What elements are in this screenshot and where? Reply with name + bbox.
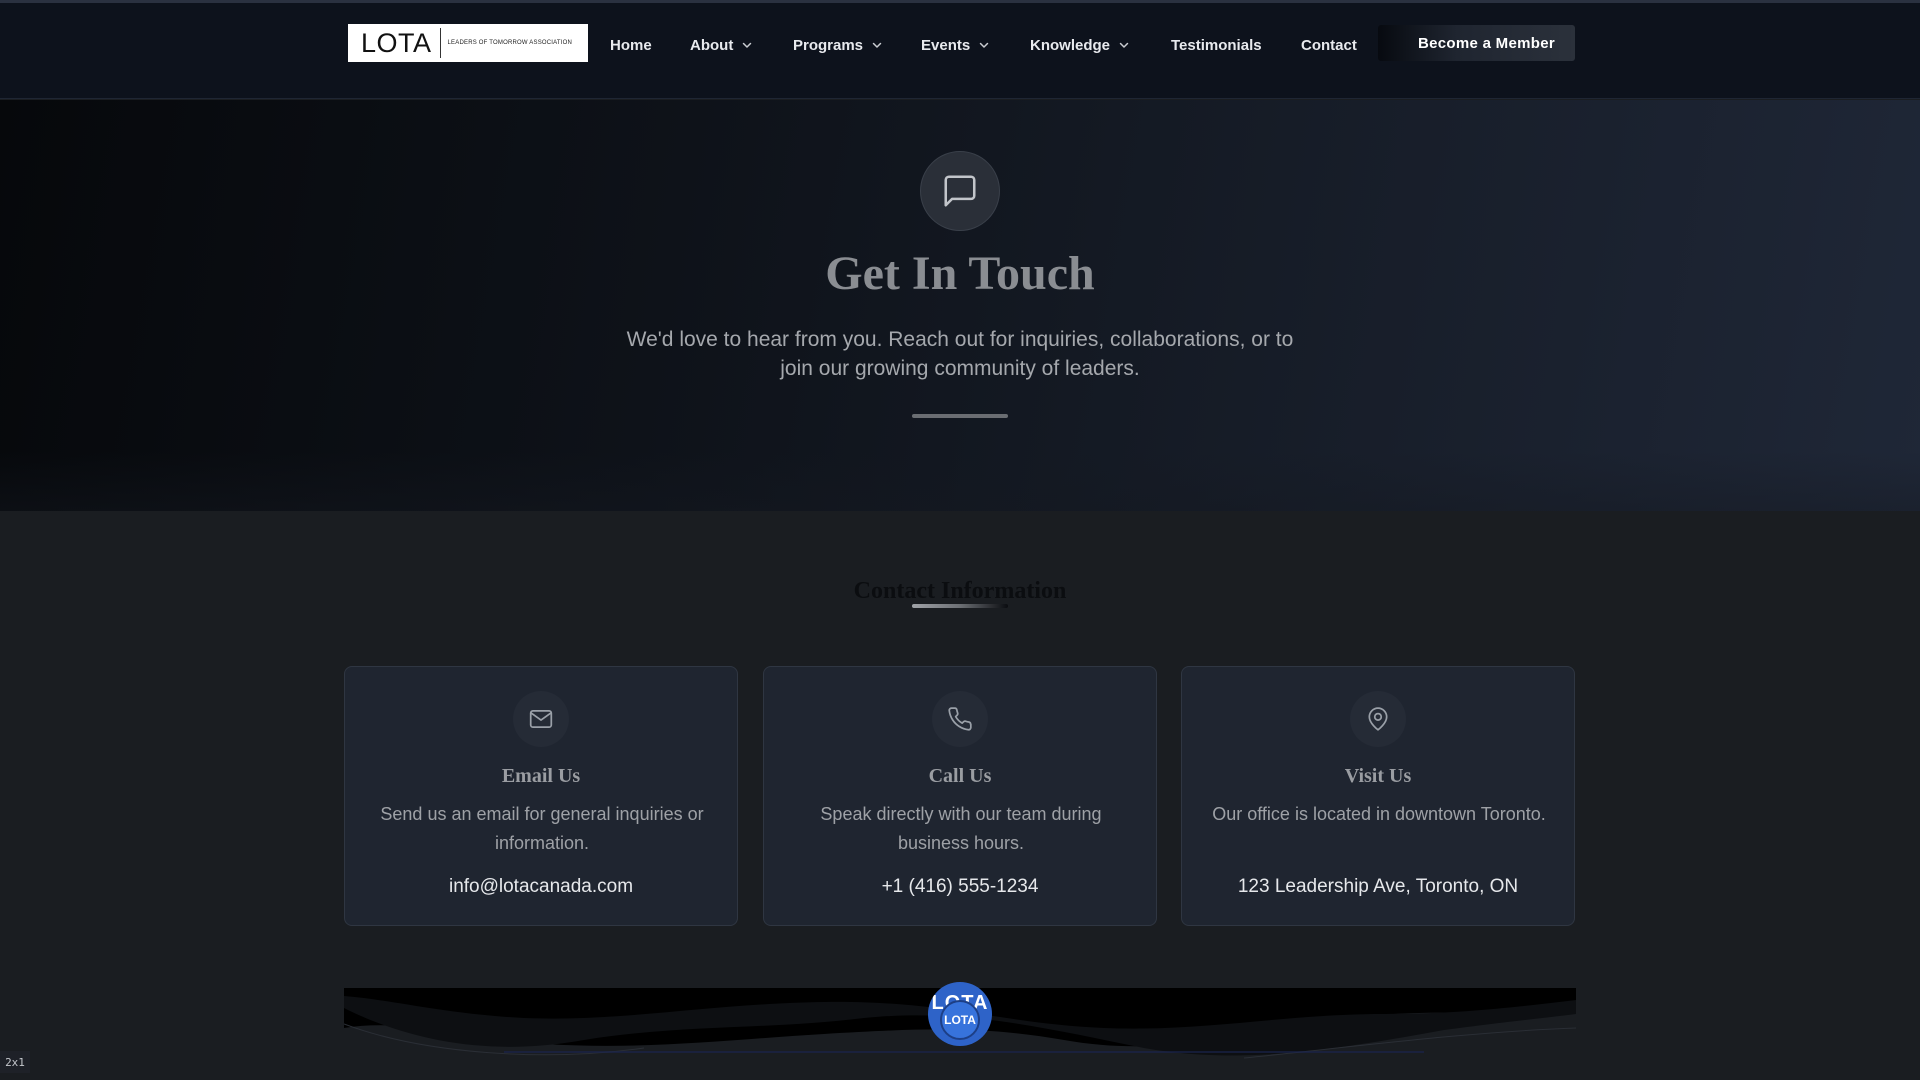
contact-card-address: Visit Us Our office is located in downto… — [1181, 666, 1575, 926]
nav-item-programs[interactable]: Programs — [793, 34, 883, 56]
card-title: Call Us — [928, 765, 992, 787]
chevron-down-icon — [743, 42, 752, 48]
address-link[interactable]: 123 Leadership Ave, Toronto, ON — [1182, 876, 1574, 898]
mail-icon — [513, 691, 569, 747]
card-title: Visit Us — [1344, 765, 1412, 787]
chevron-down-icon — [1119, 42, 1129, 48]
become-member-button[interactable]: Become a Member — [1378, 25, 1575, 61]
section-title: Contact Information — [853, 578, 1067, 604]
footer-logo-inner: LOTA — [940, 1000, 980, 1040]
nav-item-testimonials[interactable]: Testimonials — [1171, 34, 1262, 56]
nav-item-home[interactable]: Home — [610, 34, 652, 56]
nav-item-about[interactable]: About — [690, 34, 753, 56]
nav-item-label: About — [690, 36, 734, 54]
nav-item-label: Home — [610, 36, 652, 54]
message-square-icon — [920, 151, 1000, 231]
nav-item-knowledge[interactable]: Knowledge — [1030, 34, 1130, 56]
page-title: Get In Touch — [825, 247, 1095, 300]
logo-main-text: LOTA — [348, 28, 441, 58]
footer-logo-badge[interactable]: LOTA LOTA — [928, 982, 992, 1046]
card-description: Send us an email for general inquiries o… — [380, 804, 704, 853]
section-divider — [912, 604, 1008, 608]
logo-subtitle: LEADERS OF TOMORROW ASSOCIATION — [447, 40, 573, 46]
card-title: Email Us — [501, 765, 581, 787]
nav-item-label: Knowledge — [1030, 36, 1111, 54]
chevron-down-icon — [979, 42, 989, 48]
site-logo[interactable]: LOTA LEADERS OF TOMORROW ASSOCIATION — [348, 24, 588, 62]
card-description: Our office is located in downtown Toront… — [1212, 804, 1546, 824]
contact-card-email: Email Us Send us an email for general in… — [344, 666, 738, 926]
nav-item-label: Contact — [1301, 36, 1357, 54]
hero-fade — [0, 451, 1920, 511]
nav-item-label: Testimonials — [1171, 36, 1262, 54]
hero-subtitle: We'd love to hear from you. Reach out fo… — [626, 328, 1294, 380]
nav-item-label: Programs — [793, 36, 864, 54]
email-link[interactable]: info@lotacanada.com — [345, 876, 737, 898]
nav-item-contact[interactable]: Contact — [1301, 34, 1357, 56]
chevron-down-icon — [872, 42, 882, 48]
phone-link[interactable]: +1 (416) 555-1234 — [764, 876, 1156, 898]
nav-item-label: Events — [921, 36, 971, 54]
corner-tag: 2x1 — [0, 1051, 30, 1073]
navbar: LOTA LEADERS OF TOMORROW ASSOCIATION Hom… — [0, 3, 1920, 99]
map-pin-icon — [1350, 691, 1406, 747]
nav-item-events[interactable]: Events — [921, 34, 990, 56]
card-description: Speak directly with our team during busi… — [820, 804, 1102, 853]
hero-divider — [912, 414, 1008, 418]
phone-icon — [932, 691, 988, 747]
contact-card-phone: Call Us Speak directly with our team dur… — [763, 666, 1157, 926]
